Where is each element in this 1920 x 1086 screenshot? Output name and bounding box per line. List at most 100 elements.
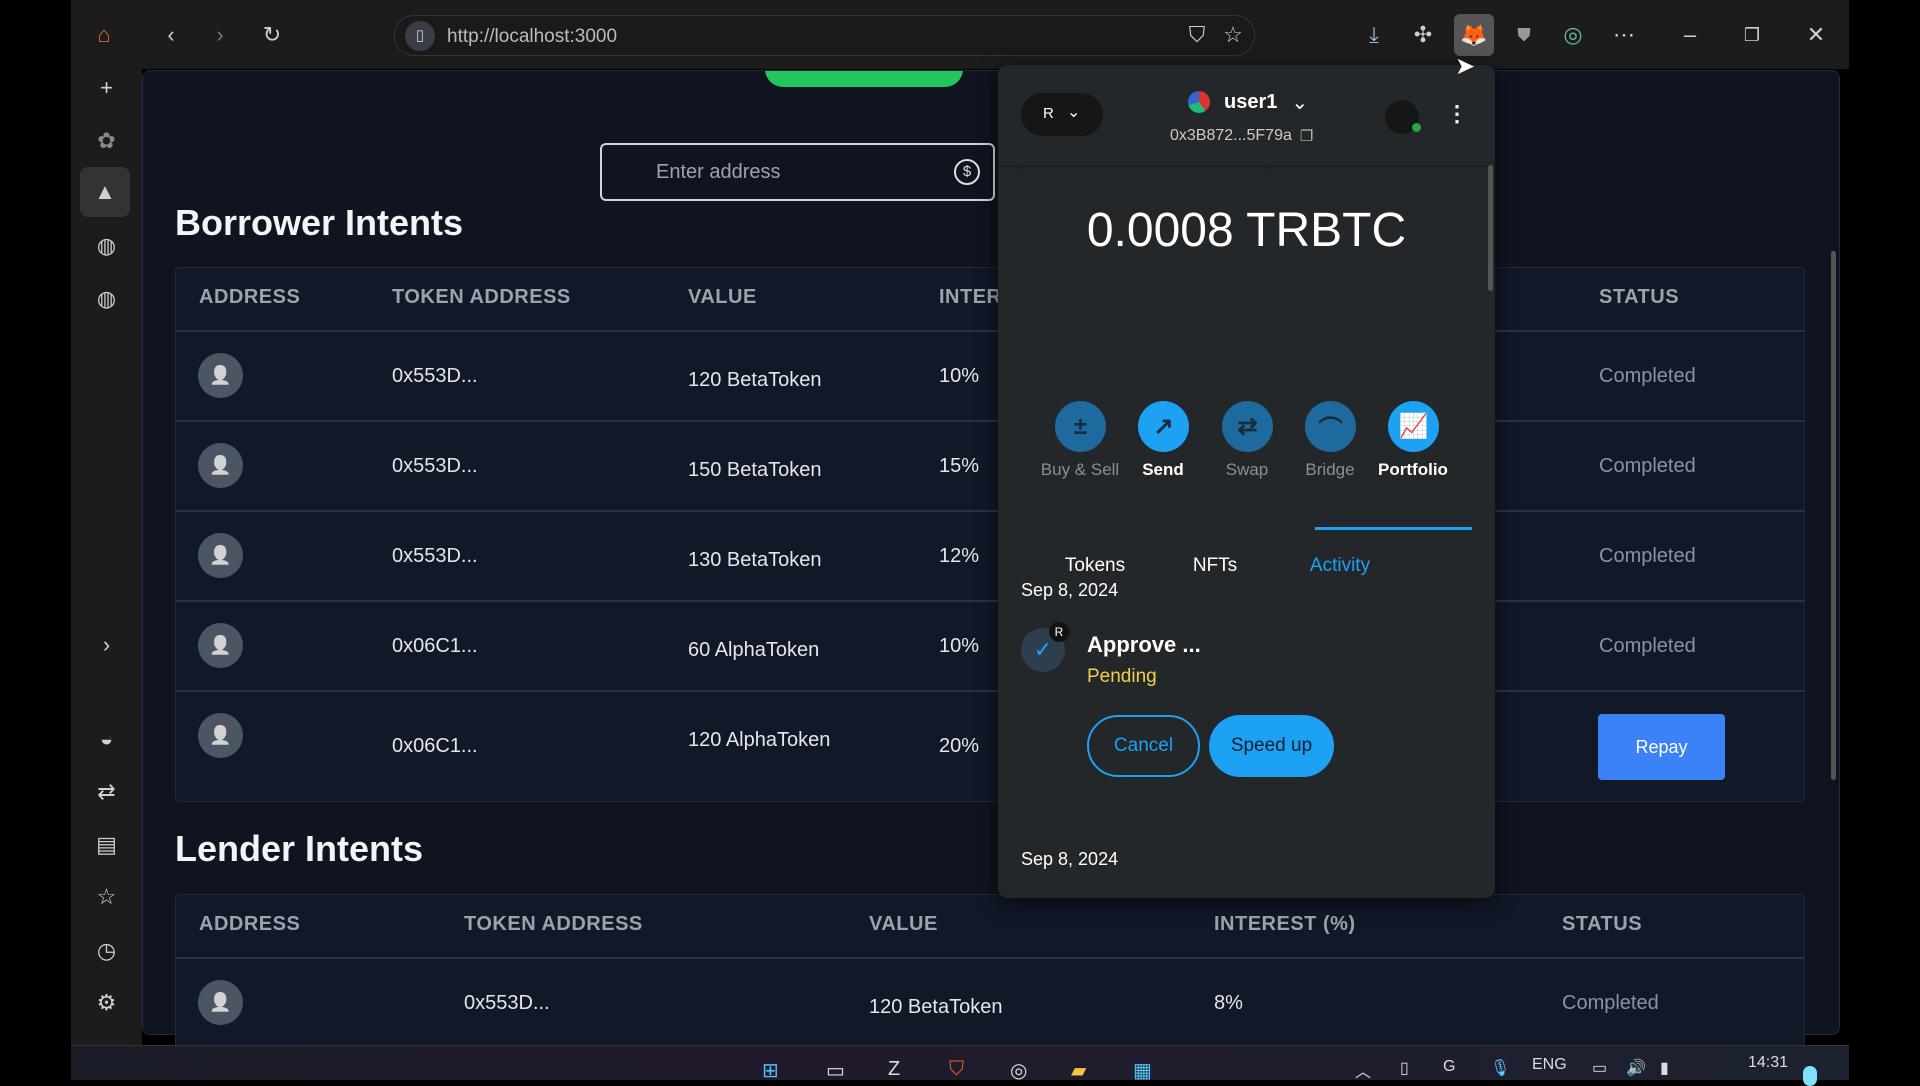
reload-icon[interactable]: ↻ [255,18,289,52]
metamask-icon[interactable]: 🦊 [1454,14,1494,56]
vpn-icon[interactable]: ◒ [88,720,125,757]
bridge-icon: ⌒ [1318,416,1343,443]
tab-tokens[interactable]: Tokens [1055,555,1135,577]
grammarly-icon[interactable]: G [1443,1058,1455,1076]
swap-icon[interactable]: ⇄ [88,773,125,810]
dollar-icon[interactable]: $ [954,159,980,185]
page-scrollbar[interactable] [1831,251,1836,780]
copy-icon[interactable]: ❐ [1300,127,1313,145]
token-address: 0x06C1... [392,735,478,757]
table-row: 👤 0x553D... 120 BetaToken 10% Completed [176,330,1804,420]
minimize-icon[interactable]: – [1673,18,1707,52]
clock[interactable]: 14:31 [1748,1054,1788,1072]
volume-icon[interactable]: 🔊 [1626,1058,1646,1078]
action-send-button[interactable]: ↗ [1138,401,1189,452]
header-divider [998,165,1495,171]
user-icon: 👤 [209,545,232,565]
usb-icon[interactable]: ▯ [1400,1058,1409,1078]
activity-title[interactable]: Approve ... [1087,632,1201,658]
column-header: TOKEN ADDRESS [464,913,643,935]
cancel-button[interactable]: Cancel [1087,715,1200,777]
action-bridge-button[interactable]: ⌒ [1305,401,1356,452]
forward-icon[interactable]: › [203,18,237,52]
status: Completed [1599,365,1696,387]
app-icon[interactable]: ◎ [1010,1058,1027,1083]
repay-button[interactable]: Repay [1598,714,1725,780]
zed-icon[interactable]: Z [888,1058,900,1081]
speed-up-button[interactable]: Speed up [1209,715,1334,777]
tab-nfts[interactable]: NFTs [1175,555,1255,577]
swap-icon: ⇄ [1237,413,1258,440]
home-icon[interactable]: ⌂ [87,18,121,52]
address-bar[interactable]: ▯ http://localhost:3000 [394,15,1255,56]
status: Completed [1599,635,1696,657]
aurora-icon[interactable]: ▲ [80,167,130,217]
settings-icon[interactable]: ⚙ [88,984,125,1021]
close-icon[interactable]: ✕ [1799,18,1833,52]
chevron-down-icon: ⌄ [1291,91,1309,114]
battery-icon[interactable]: ▮ [1660,1058,1669,1078]
globe-icon[interactable]: ◍ [88,227,125,264]
notification-icon[interactable] [1803,1066,1817,1086]
action-portfolio-button[interactable]: 📈 [1388,401,1439,452]
status: Completed [1599,545,1696,567]
table-row: 👤 0x06C1... 60 AlphaToken 10% Completed [176,600,1804,690]
star-icon[interactable]: ☆ [1216,18,1250,52]
terminal-icon[interactable]: ▭ [826,1058,845,1083]
shield-icon[interactable]: ⛉ [1180,18,1214,52]
address-input[interactable]: Enter address $ [600,143,995,201]
active-tab-indicator [1315,527,1472,530]
language-indicator[interactable]: ENG [1532,1056,1567,1074]
back-icon[interactable]: ‹ [154,18,188,52]
column-header: VALUE [688,286,757,308]
interest: 8% [1214,992,1243,1014]
url-text: http://localhost:3000 [447,26,618,47]
token-address: 0x553D... [392,365,478,387]
action-swap-button[interactable]: ⇄ [1222,401,1273,452]
chevron-down-icon: ⌄ [1067,104,1081,121]
user-icon: 👤 [209,725,232,745]
restore-icon[interactable]: ❐ [1735,18,1769,52]
folder-icon[interactable]: ▰ [1071,1058,1086,1083]
value: 150 BetaToken [688,459,822,481]
new-tab-icon[interactable]: + [88,69,125,106]
action-label: Portfolio [1378,460,1448,479]
ublock-icon[interactable]: ⛊ [1507,18,1541,52]
brave-icon[interactable]: ⛉ [949,1058,964,1081]
more-icon[interactable]: ⋯ [1607,18,1641,52]
mouse-cursor: ➤ [1455,53,1476,80]
reading-list-icon[interactable]: ▤ [88,826,125,863]
globe-icon[interactable]: ◍ [88,280,125,317]
column-header: ADDRESS [199,286,301,308]
account-selector[interactable]: user1 ⌄ [1188,87,1308,117]
start-icon[interactable]: ⊞ [762,1058,779,1083]
menu-icon[interactable]: ⋮ [1446,101,1468,127]
tray-chevron-icon[interactable]: ︿ [1355,1058,1371,1082]
action-buy-sell-button[interactable]: ± [1055,401,1106,452]
privacy-icon[interactable]: ◎ [1556,18,1590,52]
network-icon[interactable]: ▭ [1592,1058,1607,1078]
download-icon[interactable]: ⤓ [1357,18,1391,52]
favorites-icon[interactable]: ☆ [88,878,125,915]
store-icon[interactable]: ▦ [1133,1058,1152,1083]
network-selector[interactable]: R ⌄ [1021,93,1103,136]
account-avatar [1188,91,1210,113]
network-label: R [1043,105,1054,122]
tab-activity[interactable]: Activity [1300,555,1380,577]
connected-site-icon[interactable] [1385,100,1421,134]
table-row: 👤 0x553D... 130 BetaToken 12% Completed [176,510,1804,600]
user-icon: 👤 [209,635,232,655]
interest: 12% [939,545,980,567]
connect-button[interactable] [765,71,963,87]
history-icon[interactable]: ◷ [88,932,125,969]
expand-icon[interactable]: › [88,626,125,663]
extensions-icon[interactable]: ✣ [1406,18,1440,52]
network-badge: R [1049,622,1069,642]
user-icon: 👤 [209,992,232,1012]
mic-icon[interactable]: 🎙 [1490,1058,1510,1078]
extension-icon[interactable]: ✿ [88,122,125,159]
wallet-popup: R ⌄ user1 ⌄ 0x3B872...5F79a ❐ ⋮ 0.0008 T… [998,65,1495,898]
account-address[interactable]: 0x3B872...5F79a ❐ [1170,127,1313,145]
interest: 10% [939,635,980,657]
column-header: STATUS [1599,286,1680,308]
